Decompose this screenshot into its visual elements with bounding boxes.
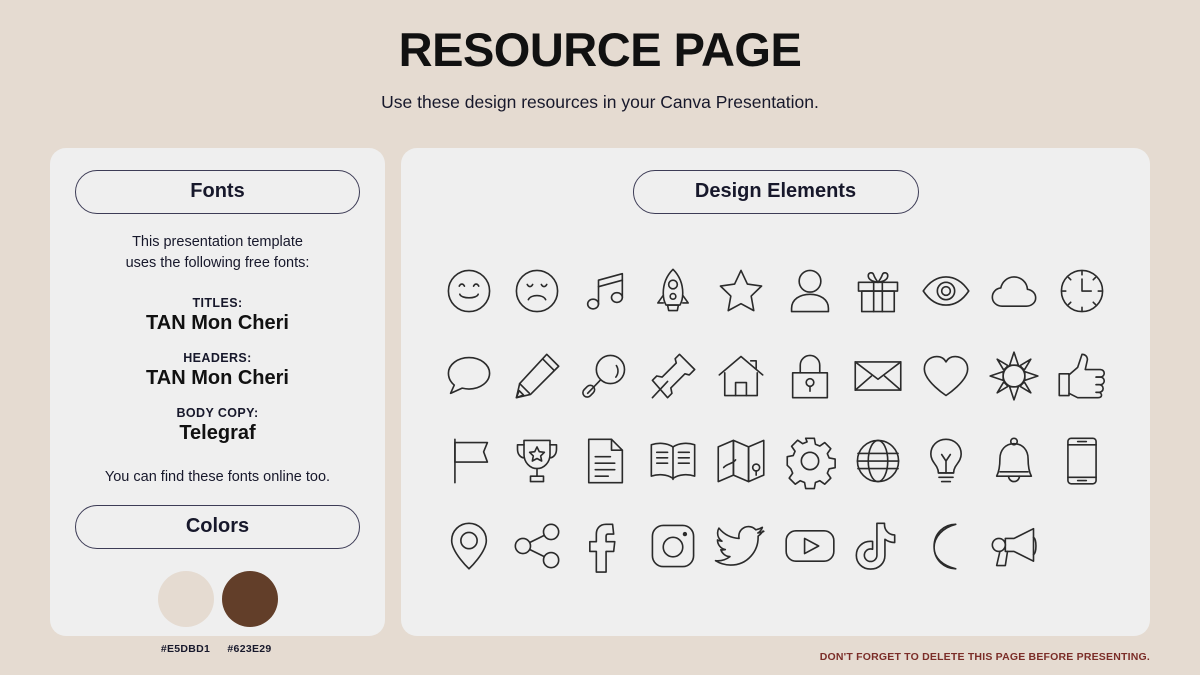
page-subtitle: Use these design resources in your Canva…	[381, 91, 819, 112]
smiley-face-icon[interactable]	[443, 265, 495, 317]
flag-icon[interactable]	[443, 435, 495, 487]
fonts-intro: This presentation template uses the foll…	[50, 232, 385, 274]
thumbs-up-icon[interactable]	[1056, 350, 1108, 402]
font-name-label: Telegraf	[179, 422, 256, 445]
pencil-icon[interactable]	[511, 350, 563, 402]
rocket-icon[interactable]	[647, 265, 699, 317]
page-title: RESOURCE PAGE	[398, 23, 802, 76]
phone-icon[interactable]	[1056, 435, 1108, 487]
bell-icon[interactable]	[988, 435, 1040, 487]
font-role-label: TITLES:	[192, 296, 243, 311]
gift-icon[interactable]	[852, 265, 904, 317]
map-icon[interactable]	[715, 435, 767, 487]
pushpin-icon[interactable]	[647, 350, 699, 402]
cloud-icon[interactable]	[988, 265, 1040, 317]
twitter-icon[interactable]	[715, 520, 767, 572]
sad-face-icon[interactable]	[511, 265, 563, 317]
fonts-intro-line-2: uses the following free fonts:	[125, 255, 310, 272]
page-header: RESOURCE PAGE Use these design resources…	[0, 0, 1200, 113]
font-entry-titles: TITLES: TAN Mon Cheri	[50, 296, 385, 335]
speech-bubble-icon[interactable]	[443, 350, 495, 402]
lightbulb-icon[interactable]	[920, 435, 972, 487]
magnifying-glass-icon[interactable]	[579, 350, 631, 402]
share-icon[interactable]	[511, 520, 563, 572]
color-swatch-row: #E5DBD1 #623E29	[50, 571, 385, 655]
gear-icon[interactable]	[784, 435, 836, 489]
delete-page-warning: DON'T FORGET TO DELETE THIS PAGE BEFORE …	[819, 651, 1150, 663]
sun-icon[interactable]	[988, 350, 1040, 402]
tiktok-icon[interactable]	[852, 520, 904, 572]
font-role-label: BODY COPY:	[176, 406, 259, 421]
star-icon[interactable]	[715, 265, 767, 317]
font-entry-headers: HEADERS: TAN Mon Cheri	[50, 351, 385, 390]
facebook-icon[interactable]	[579, 520, 631, 573]
clock-icon[interactable]	[1056, 265, 1108, 317]
font-entry-body-copy: BODY COPY: Telegraf	[50, 406, 385, 445]
eye-icon[interactable]	[920, 265, 972, 317]
trophy-icon[interactable]	[511, 435, 563, 487]
design-elements-panel: Design Elements	[401, 148, 1150, 636]
fonts-heading-pill: Fonts	[75, 170, 360, 214]
design-elements-icon-grid	[435, 248, 1116, 588]
fonts-outro: You can find these fonts online too.	[104, 469, 331, 486]
panels-container: Fonts This presentation template uses th…	[50, 148, 1150, 655]
fonts-intro-line-1: This presentation template	[132, 234, 303, 250]
design-elements-heading-label: Design Elements	[694, 180, 857, 202]
instagram-icon[interactable]	[647, 520, 699, 572]
megaphone-icon[interactable]	[988, 520, 1040, 572]
open-book-icon[interactable]	[647, 435, 699, 487]
lock-icon[interactable]	[784, 350, 836, 402]
fonts-heading-label: Fonts	[190, 180, 245, 202]
envelope-icon[interactable]	[852, 350, 904, 402]
heart-icon[interactable]	[920, 350, 972, 402]
font-name-label: TAN Mon Cheri	[146, 312, 289, 335]
color-swatch-dot	[221, 571, 278, 628]
color-swatch-item: #E5DBD1	[156, 571, 216, 655]
color-swatch-label: #623E29	[227, 643, 272, 656]
youtube-icon[interactable]	[784, 520, 836, 572]
music-note-icon[interactable]	[579, 265, 631, 317]
color-swatch-label: #E5DBD1	[160, 643, 211, 656]
color-swatch-item: #623E29	[220, 571, 280, 655]
font-name-label: TAN Mon Cheri	[146, 367, 289, 390]
font-role-label: HEADERS:	[183, 351, 252, 366]
color-swatch-dot	[157, 571, 214, 628]
colors-heading-pill: Colors	[75, 505, 360, 550]
design-elements-heading-pill: Design Elements	[632, 170, 919, 214]
location-pin-icon[interactable]	[443, 520, 495, 572]
document-icon[interactable]	[579, 435, 631, 487]
moon-icon[interactable]	[920, 520, 972, 572]
house-icon[interactable]	[715, 350, 767, 402]
person-icon[interactable]	[784, 265, 836, 317]
globe-icon[interactable]	[852, 435, 904, 487]
colors-heading-label: Colors	[185, 515, 250, 538]
fonts-and-colors-panel: Fonts This presentation template uses th…	[50, 148, 385, 655]
